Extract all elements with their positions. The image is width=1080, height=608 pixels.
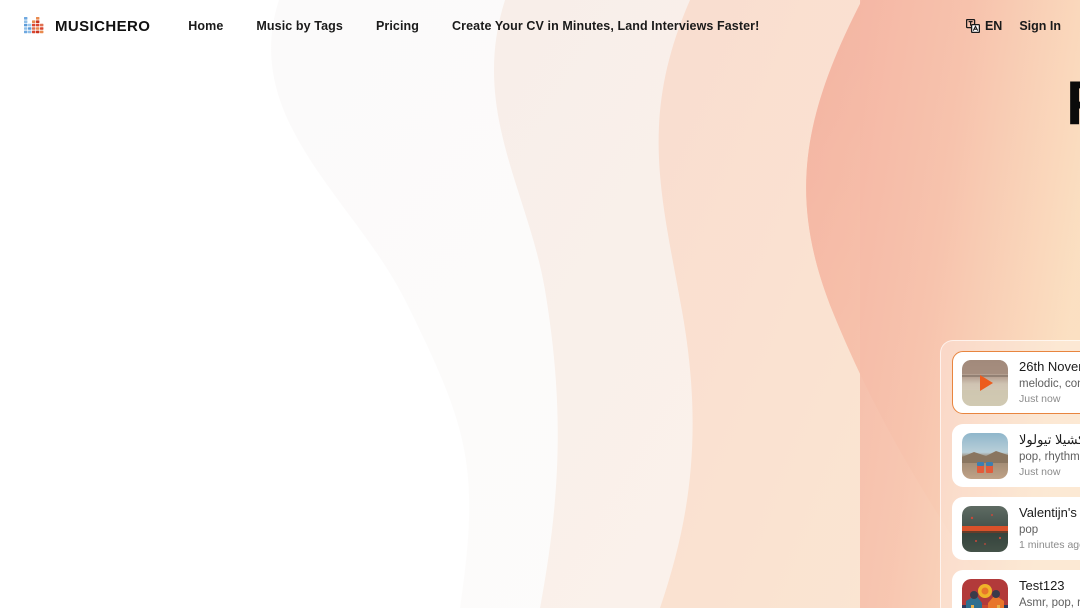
track-tags: melodic, contemporary [1019,378,1080,390]
track-tags: pop, rhythmic [1019,451,1080,463]
track-card[interactable]: تيكشيلا تيولولا pop, rhythmic Just now [952,424,1080,487]
recent-tracks-panel: 26th November melodic, contemporary Just… [940,340,1080,608]
track-info: 26th November melodic, contemporary Just… [1019,359,1080,406]
track-tags: Asmr, pop, rock, ... [1019,597,1080,608]
background-waves [0,0,1080,608]
track-time: Just now [1019,393,1061,405]
track-time: 1 minutes ago [1019,539,1080,551]
track-card[interactable]: 26th November melodic, contemporary Just… [952,351,1080,414]
track-title: تيكشيلا تيولولا [1019,432,1080,447]
brand-logo[interactable]: MUSICHERO [24,15,150,37]
nav-links: Home Music by Tags Pricing Create Your C… [188,19,759,33]
nav-right-group: EN Sign In [965,19,1061,33]
track-thumbnail-wrap[interactable] [962,578,1008,608]
track-title: Valentijn's Number [1019,505,1080,520]
language-label: EN [984,19,1003,33]
play-button-overlay[interactable] [962,360,1008,406]
track-card[interactable]: Test123 Asmr, pop, rock, ... 3 minutes a… [952,570,1080,608]
nav-link-pricing[interactable]: Pricing [376,19,419,33]
track-thumbnail-wrap[interactable] [962,505,1008,552]
track-info: تيكشيلا تيولولا pop, rhythmic Just now [1019,432,1080,479]
desert-drinks-photo-icon [962,432,1008,479]
track-info: Test123 Asmr, pop, rock, ... 3 minutes a… [1019,578,1080,608]
nav-link-music-by-tags[interactable]: Music by Tags [256,19,343,33]
equalizer-pixel-icon [24,17,44,34]
track-info: Valentijn's Number pop 1 minutes ago [1019,505,1080,552]
language-switcher[interactable]: EN [965,19,1003,33]
translate-icon [965,19,980,33]
track-thumbnail-wrap[interactable] [962,432,1008,479]
play-icon [980,374,993,391]
track-thumbnail-wrap[interactable] [962,359,1008,406]
track-tags: pop [1019,524,1039,536]
track-card[interactable]: Valentijn's Number pop 1 minutes ago [952,497,1080,560]
navbar: MUSICHERO Home Music by Tags Pricing Cre… [0,0,1080,52]
sign-in-button[interactable]: Sign In [1019,19,1061,33]
nav-link-cv-promo[interactable]: Create Your CV in Minutes, Land Intervie… [452,19,759,33]
track-time: Just now [1019,466,1061,478]
colorful-figures-art-icon [962,578,1008,608]
track-title: 26th November [1019,359,1080,374]
dark-landscape-art-icon [962,505,1008,552]
hero-headline: F [1066,68,1080,139]
nav-link-home[interactable]: Home [188,19,223,33]
track-title: Test123 [1019,578,1065,593]
brand-name: MUSICHERO [55,17,151,35]
